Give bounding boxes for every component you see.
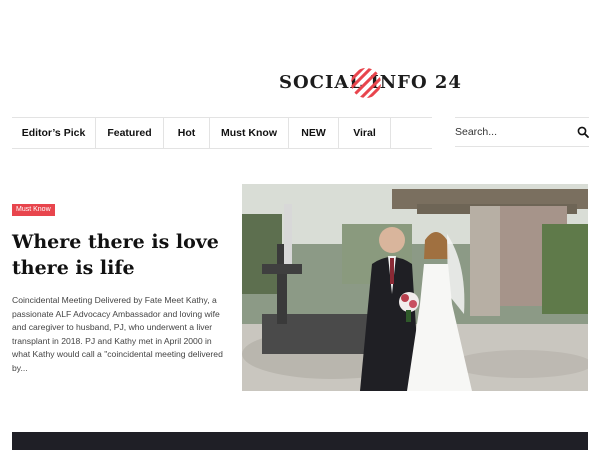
search-input[interactable] [455, 126, 565, 138]
logo-stripes-icon [351, 68, 381, 98]
wedding-photo-illustration [242, 184, 588, 391]
article-hero-image[interactable] [242, 184, 588, 391]
search-box [455, 117, 589, 147]
article-title[interactable]: Where there is love there is life [12, 229, 232, 281]
nav-item-featured[interactable]: Featured [96, 118, 164, 148]
article-excerpt: Coincidental Meeting Delivered by Fate M… [12, 295, 223, 373]
search-icon[interactable] [577, 126, 589, 138]
nav-item-editors-pick[interactable]: Editor’s Pick [12, 118, 96, 148]
nav-item-must-know[interactable]: Must Know [210, 118, 289, 148]
category-badge[interactable]: Must Know [12, 204, 55, 216]
dark-section-bar [12, 432, 588, 450]
main-nav: Editor’s Pick Featured Hot Must Know NEW… [12, 117, 432, 149]
nav-item-hot[interactable]: Hot [164, 118, 210, 148]
nav-item-viral[interactable]: Viral [339, 118, 391, 148]
nav-item-new[interactable]: NEW [289, 118, 339, 148]
